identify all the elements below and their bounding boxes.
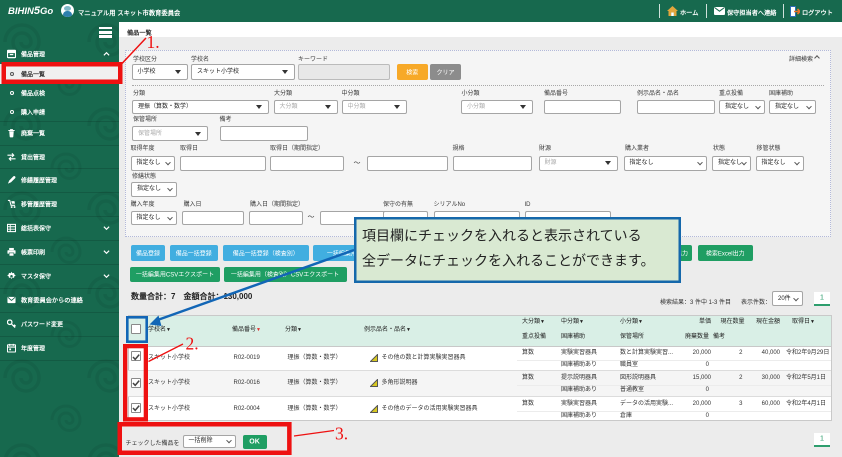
svg-text:全データにチェックを入れることができます。: 全データにチェックを入れることができます。 xyxy=(362,253,655,270)
svg-text:項目欄にチェックを入れると表示されている: 項目欄にチェックを入れると表示されている xyxy=(362,229,642,245)
svg-text:1.: 1. xyxy=(147,32,160,52)
svg-text:3.: 3. xyxy=(335,424,348,444)
svg-text:2.: 2. xyxy=(186,334,199,354)
